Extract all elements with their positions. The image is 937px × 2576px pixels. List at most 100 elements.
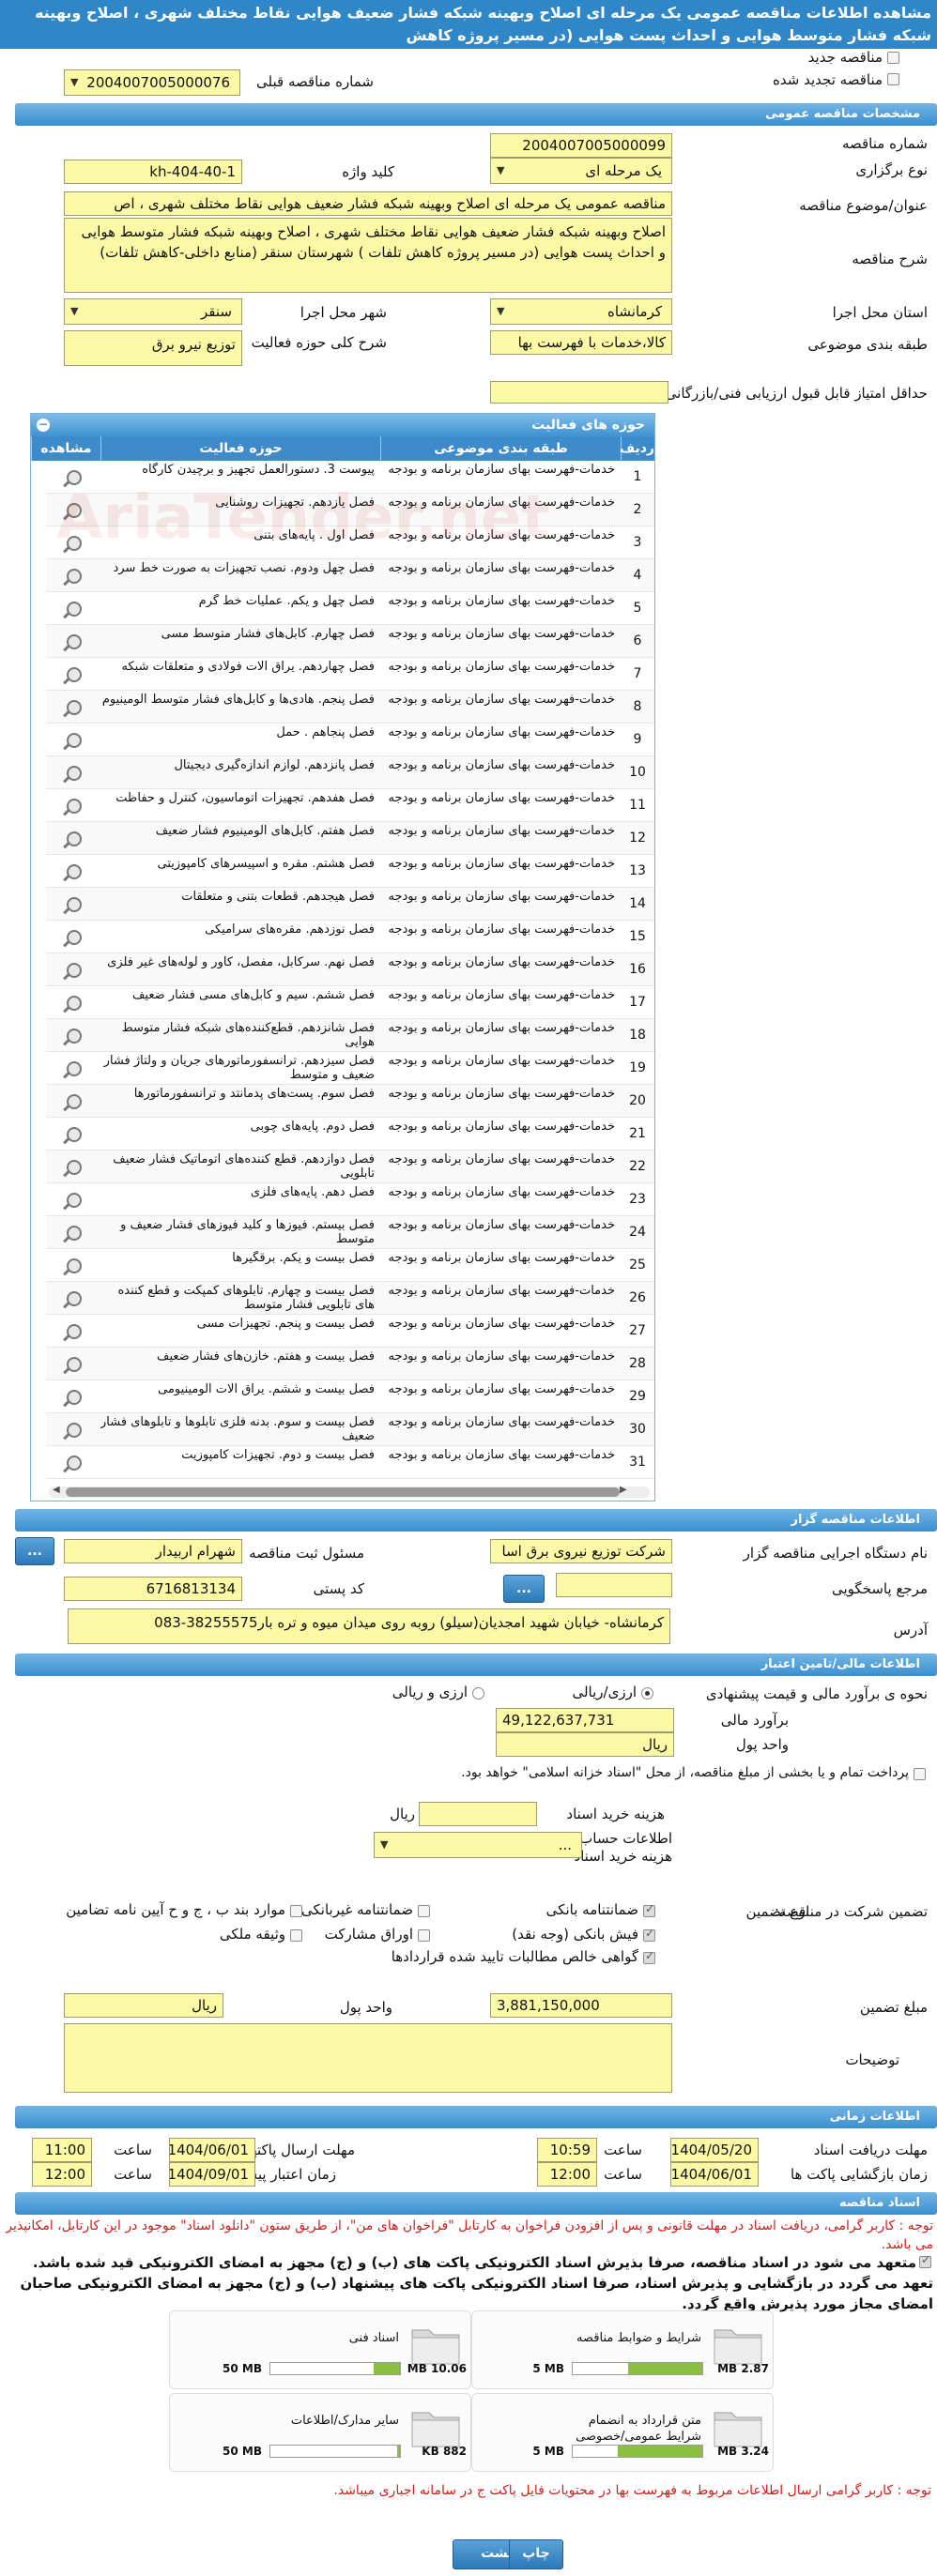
doc-card[interactable]: سایر مدارک/اطلاعات 882 KB 50 MB (169, 2393, 471, 2472)
doc-card[interactable]: اسناد فنی 10.06 MB 50 MB (169, 2310, 471, 2389)
scroll-right-icon[interactable]: ▶ (620, 1485, 627, 1495)
ref-more-button[interactable]: ... (503, 1575, 545, 1603)
row-activity: فصل هفدهم. تجهیزات اتوماسیون، کنترل و حف… (115, 791, 375, 805)
g3-checkbox[interactable] (290, 1905, 302, 1917)
row-view[interactable] (46, 888, 100, 921)
magnifier-icon[interactable] (67, 1423, 82, 1438)
row-view[interactable] (46, 1380, 100, 1413)
row-number: 23 (629, 1192, 646, 1207)
g4-checkbox[interactable] (643, 1927, 655, 1942)
row-view[interactable] (46, 1085, 100, 1118)
magnifier-icon[interactable] (67, 864, 82, 879)
row-view[interactable] (46, 592, 100, 625)
row-view[interactable] (46, 559, 100, 592)
collapse-icon[interactable]: − (37, 419, 50, 432)
doc-card[interactable]: شرایط و ضوابط مناقصه 2.87 MB 5 MB (471, 2310, 774, 2389)
tender-no-field: 2004007005000099 (490, 133, 672, 158)
magnifier-icon[interactable] (67, 1258, 82, 1273)
row-view[interactable] (46, 1151, 100, 1183)
grid-scrollbar-thumb[interactable] (66, 1487, 620, 1497)
prev-tender-select[interactable]: ▼ 2004007005000076 (64, 69, 240, 96)
magnifier-icon[interactable] (67, 1160, 82, 1175)
scroll-left-icon[interactable]: ◀ (53, 1485, 60, 1495)
row-view[interactable] (46, 921, 100, 953)
magnifier-icon[interactable] (67, 667, 82, 682)
magnifier-icon[interactable] (67, 799, 82, 814)
row-view[interactable] (46, 855, 100, 888)
new-tender-checkbox[interactable] (887, 52, 899, 64)
row-activity: فصل چهل و یکم. عملیات خط گرم (198, 594, 375, 608)
magnifier-icon[interactable] (67, 831, 82, 846)
radio-fx[interactable] (472, 1687, 484, 1700)
row-view[interactable] (46, 1249, 100, 1282)
row-view[interactable] (46, 986, 100, 1019)
row-view[interactable] (46, 1216, 100, 1249)
grid-column-headers: ردیف طبقه بندی موضوعی حوزه فعالیت مشاهده (31, 436, 654, 461)
magnifier-icon[interactable] (67, 700, 82, 715)
row-view[interactable] (46, 1446, 100, 1479)
magnifier-icon[interactable] (67, 602, 82, 617)
magnifier-icon[interactable] (67, 634, 82, 649)
magnifier-icon[interactable] (67, 1061, 82, 1076)
magnifier-icon[interactable] (67, 1390, 82, 1405)
row-view[interactable] (46, 789, 100, 822)
row-view[interactable] (46, 1052, 100, 1085)
row-category: خدمات-فهرست بهای سازمان برنامه و بودجه (388, 1054, 615, 1068)
g5-checkbox[interactable] (418, 1929, 430, 1942)
doc-fee-unit: ریال (390, 1806, 415, 1822)
row-category: خدمات-فهرست بهای سازمان برنامه و بودجه (388, 627, 615, 641)
magnifier-icon[interactable] (67, 1456, 82, 1471)
magnifier-icon[interactable] (67, 1357, 82, 1372)
reg-more-button[interactable]: ... (15, 1537, 54, 1565)
renewed-tender-checkbox[interactable] (887, 73, 899, 85)
magnifier-icon[interactable] (67, 1029, 82, 1044)
g1-checkbox[interactable] (643, 1902, 655, 1917)
province-select[interactable]: ▼ کرمانشاه (490, 298, 672, 325)
doc-card-size: 2.87 MB (717, 2362, 769, 2375)
receive-label: مهلت دریافت اسناد (813, 2142, 928, 2158)
city-select[interactable]: ▼ سنقر (64, 298, 242, 325)
row-view[interactable] (46, 953, 100, 986)
magnifier-icon[interactable] (67, 1226, 82, 1241)
row-view[interactable] (46, 1019, 100, 1052)
account-select[interactable]: ▼... (374, 1832, 582, 1858)
print-button[interactable]: چاپ (509, 2539, 563, 2569)
row-view[interactable] (46, 756, 100, 789)
magnifier-icon[interactable] (67, 1193, 82, 1208)
row-view[interactable] (46, 658, 100, 691)
row-activity: فصل بیست و سوم. بدنه فلزی تابلوها و تابل… (100, 1415, 375, 1443)
magnifier-icon[interactable] (67, 1127, 82, 1142)
row-view[interactable] (46, 1348, 100, 1380)
magnifier-icon[interactable] (67, 766, 82, 781)
row-view[interactable] (46, 1315, 100, 1348)
row-view[interactable] (46, 1282, 100, 1315)
row-view[interactable] (46, 625, 100, 658)
g6-checkbox[interactable] (290, 1929, 302, 1942)
magnifier-icon[interactable] (67, 1324, 82, 1339)
open-date: 1404/06/01 (670, 2162, 759, 2187)
g7-checkbox[interactable] (643, 1949, 655, 1964)
doc-card[interactable]: متن قرارداد به انضمام شرایط عمومی/خصوصی 3… (471, 2393, 774, 2472)
row-view[interactable] (46, 1183, 100, 1216)
watermark-logo: AriaTender.net (56, 483, 550, 553)
row-category: خدمات-فهرست بهای سازمان برنامه و بودجه (388, 758, 615, 772)
magnifier-icon[interactable] (67, 1094, 82, 1109)
row-view[interactable] (46, 822, 100, 855)
magnifier-icon[interactable] (67, 996, 82, 1011)
scope-label: شرح کلی حوزه فعالیت (251, 334, 387, 351)
magnifier-icon[interactable] (67, 1291, 82, 1306)
radio-rial[interactable] (641, 1687, 653, 1700)
magnifier-icon[interactable] (67, 963, 82, 978)
row-view[interactable] (46, 691, 100, 724)
magnifier-icon[interactable] (67, 569, 82, 584)
type-select[interactable]: ▼ یک مرحله ای (490, 158, 672, 184)
row-view[interactable] (46, 724, 100, 756)
row-view[interactable] (46, 1118, 100, 1151)
treasury-checkbox[interactable] (914, 1768, 926, 1780)
magnifier-icon[interactable] (67, 897, 82, 912)
row-view[interactable] (46, 1413, 100, 1446)
magnifier-icon[interactable] (67, 733, 82, 748)
province-value: کرمانشاه (607, 303, 662, 320)
g2-checkbox[interactable] (418, 1905, 430, 1917)
magnifier-icon[interactable] (67, 930, 82, 945)
